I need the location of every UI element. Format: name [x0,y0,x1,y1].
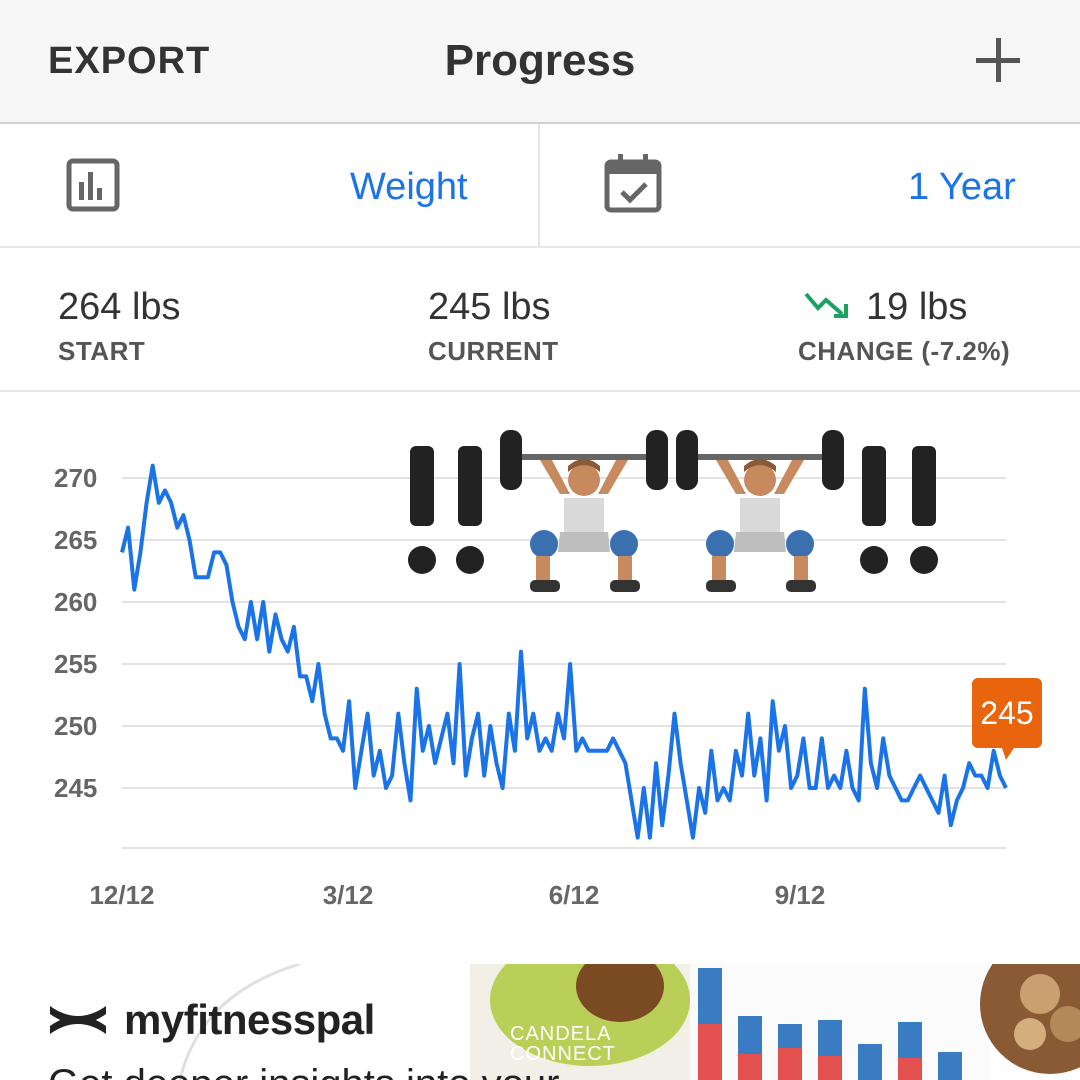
y-tick-label: 265 [54,525,97,555]
top-bar: EXPORT Progress [0,0,1080,124]
weightlifter-icon [676,430,844,592]
y-tick-label: 255 [54,649,97,679]
metric-selector[interactable]: Weight [350,166,468,209]
y-tick-label: 260 [54,587,97,617]
ad-brand: myfitnesspal [124,996,375,1043]
stats-row: 264 lbs START 245 lbs CURRENT 19 lbs CHA… [0,250,1080,392]
badge-pointer [1002,748,1014,760]
selector-row: Weight 1 Year [0,124,1080,248]
ad-banner[interactable]: myfitnesspal CANDELA CONNECT Get deeper … [0,964,1080,1080]
x-tick-label: 12/12 [89,880,154,910]
weightlifter-icon [500,430,668,592]
calendar-check-icon[interactable] [604,152,662,219]
y-tick-label: 250 [54,711,97,741]
start-value: 264 lbs [58,286,181,328]
trending-down-icon [804,290,850,325]
y-tick-label: 245 [54,773,97,803]
y-tick-label: 270 [54,463,97,493]
ad-tagline: Get deeper insights into your [48,1062,559,1080]
under-armour-logo-icon [46,1000,110,1045]
chart-canvas: 270 265 260 255 250 245 12/12 3/12 6/12 9/12 2… [54,430,1042,910]
bar-chart-icon[interactable] [66,158,120,217]
ad-sponsor: CANDELA CONNECT [510,1024,616,1064]
page-title: Progress [444,36,636,85]
range-selector[interactable]: 1 Year [908,166,1016,209]
exclamation-icon [860,446,938,574]
current-value: 245 lbs [428,286,551,328]
start-label: START [58,336,146,366]
ad-sponsor-line: CANDELA [510,1023,612,1045]
plus-icon[interactable] [972,34,1024,86]
x-tick-label: 3/12 [323,880,374,910]
exercise-emoji-decoration [408,430,938,592]
divider [538,124,540,246]
latest-value-label: 245 [980,695,1033,731]
x-tick-label: 6/12 [549,880,600,910]
weight-chart[interactable]: 270 265 260 255 250 245 12/12 3/12 6/12 9/12 [0,394,1080,954]
ad-sponsor-line: CONNECT [510,1043,616,1065]
current-label: CURRENT [428,336,559,366]
exclamation-icon [408,446,484,574]
change-label: CHANGE (-7.2%) [798,336,1011,366]
change-value: 19 lbs [866,286,968,328]
x-tick-label: 9/12 [775,880,826,910]
